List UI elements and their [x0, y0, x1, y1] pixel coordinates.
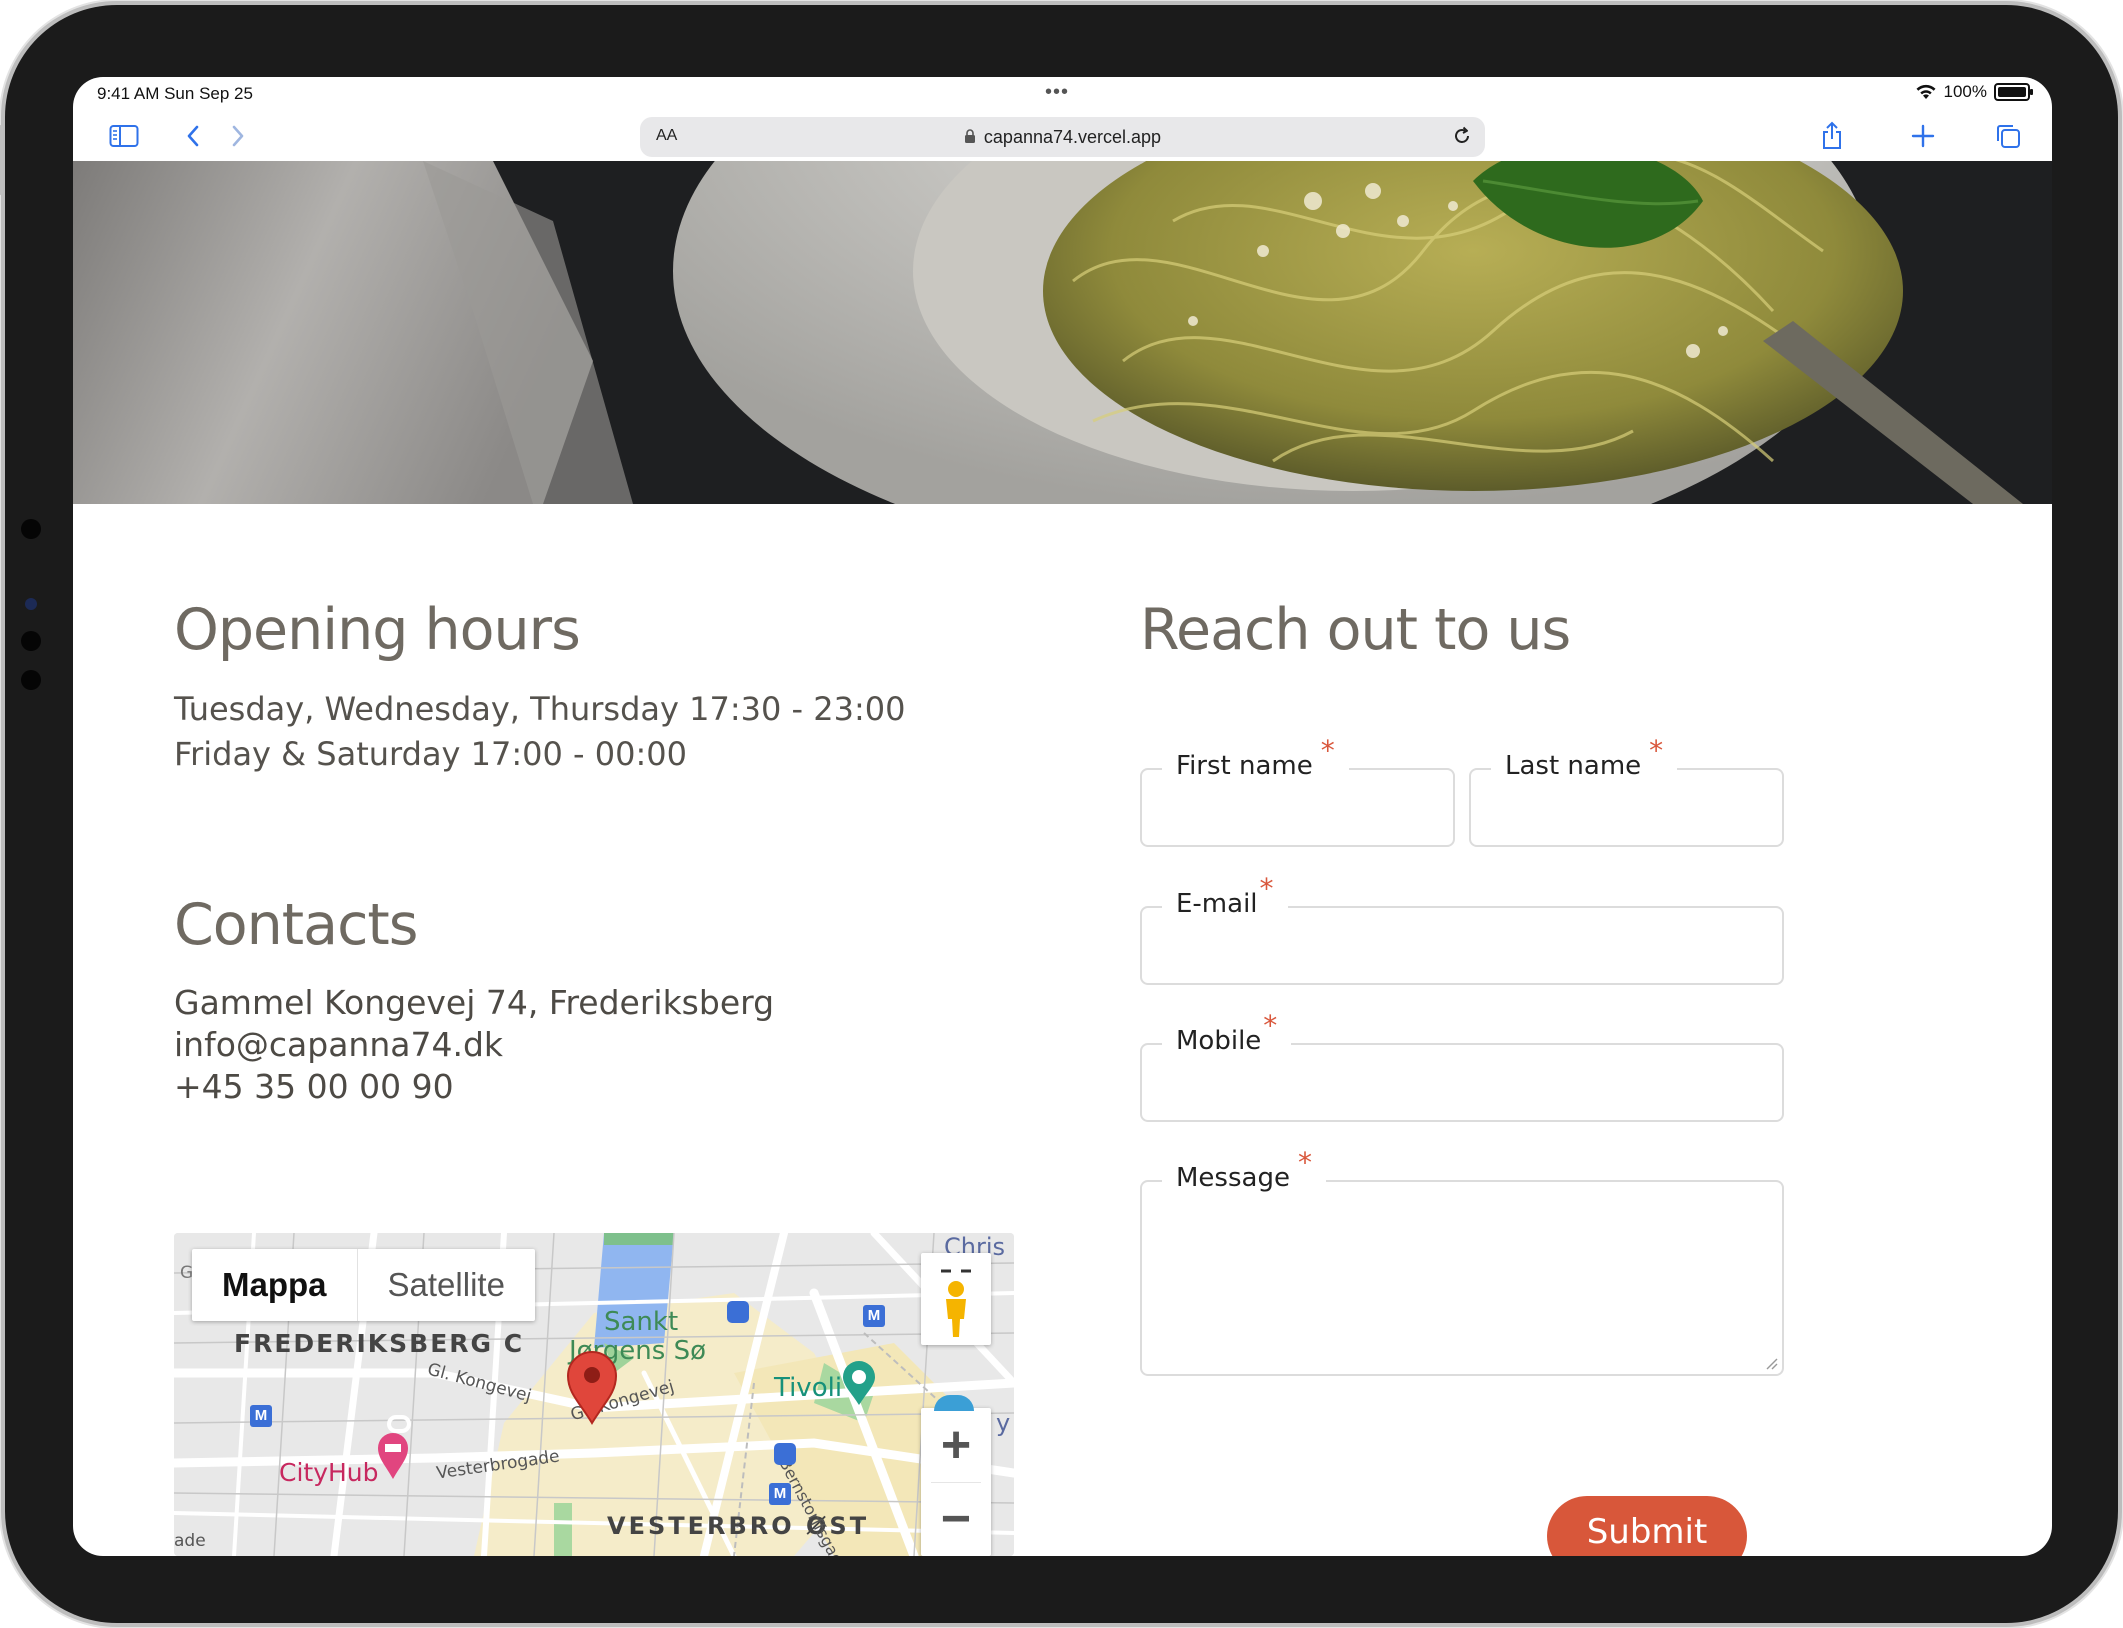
map-label-partial: G: [180, 1263, 194, 1283]
contact-phone-link[interactable]: +45 35 00 00 90: [174, 1067, 454, 1106]
screen: 9:41 AM Sun Sep 25 ••• 100% AA capanna74…: [73, 77, 2052, 1556]
message-label: Message *: [1162, 1146, 1326, 1193]
required-mark: *: [1259, 872, 1274, 905]
map-label-lake: Sankt: [604, 1307, 679, 1337]
hotel-pin-icon[interactable]: [376, 1431, 410, 1481]
metro-icon[interactable]: M: [863, 1305, 885, 1327]
chevron-right-icon[interactable]: [221, 119, 255, 153]
required-mark: *: [1263, 1009, 1278, 1042]
google-map[interactable]: Mappa Satellite FREDERIKSBERG C Sankt Jø…: [174, 1233, 1014, 1556]
sensor-dot: [21, 670, 41, 690]
lock-icon: [964, 129, 975, 143]
address-bar[interactable]: AA capanna74.vercel.app: [640, 117, 1485, 157]
location-pin-icon[interactable]: [566, 1351, 618, 1425]
street-view-pegman-button[interactable]: [921, 1253, 991, 1345]
message-textarea[interactable]: Message *: [1140, 1146, 1784, 1376]
opening-hours-heading: Opening hours: [174, 597, 581, 663]
sidebar-icon[interactable]: [107, 119, 141, 153]
last-name-label: Last name *: [1491, 734, 1678, 781]
metro-icon[interactable]: M: [250, 1405, 272, 1427]
chevron-left-icon[interactable]: [176, 119, 210, 153]
last-name-field[interactable]: Last name *: [1469, 734, 1784, 847]
map-label-cityhub: CityHub: [279, 1458, 379, 1487]
opening-hours-line: Tuesday, Wednesday, Thursday 17:30 - 23:…: [174, 690, 906, 728]
mobile-field[interactable]: Mobile*: [1140, 1009, 1784, 1122]
volume-button: [0, 125, 3, 195]
zoom-control: + −: [921, 1408, 991, 1556]
required-mark: *: [1320, 734, 1335, 767]
map-label-district: FREDERIKSBERG C: [234, 1329, 525, 1358]
train-station-icon[interactable]: [774, 1443, 796, 1465]
share-icon[interactable]: [1815, 119, 1849, 153]
hero-image: [73, 161, 2052, 504]
required-mark: *: [1649, 734, 1664, 767]
map-label-partial: ade: [174, 1531, 206, 1551]
contacts-heading: Contacts: [174, 892, 418, 958]
front-camera: [25, 598, 37, 610]
status-right: 100%: [1915, 82, 2033, 102]
last-name-label-text: Last name: [1505, 751, 1642, 781]
mobile-label-text: Mobile: [1176, 1026, 1262, 1056]
form-heading: Reach out to us: [1140, 597, 1571, 663]
browser-toolbar: AA capanna74.vercel.app: [73, 111, 2052, 161]
map-label-tivoli: Tivoli: [774, 1373, 843, 1403]
tabs-icon[interactable]: [1991, 119, 2025, 153]
camera-dot: [21, 519, 41, 539]
email-label: E-mail*: [1162, 872, 1288, 919]
first-name-field[interactable]: First name *: [1140, 734, 1455, 847]
sensor-dot: [21, 631, 41, 651]
battery-icon: [1994, 83, 2033, 101]
email-field[interactable]: E-mail*: [1140, 872, 1784, 985]
tunnel-icon: [387, 1415, 411, 1433]
resize-handle-icon[interactable]: [1764, 1356, 1778, 1370]
park-pin-icon[interactable]: [840, 1361, 878, 1407]
map-label-partial: y: [996, 1409, 1011, 1437]
status-time: 9:41 AM Sun Sep 25: [97, 84, 253, 103]
zoom-in-button[interactable]: +: [921, 1408, 991, 1482]
wifi-icon: [1916, 84, 1936, 99]
map-type-control: Mappa Satellite: [192, 1249, 535, 1321]
mobile-label: Mobile*: [1162, 1009, 1292, 1056]
submit-button[interactable]: Submit: [1547, 1496, 1747, 1556]
pegman-icon: [941, 1269, 971, 1337]
status-bar: 9:41 AM Sun Sep 25 ••• 100%: [73, 77, 2052, 111]
zoom-out-button[interactable]: −: [921, 1482, 991, 1556]
battery-percent: 100%: [1943, 82, 1987, 101]
pasta-photo: [73, 161, 2052, 504]
opening-hours-line: Friday & Saturday 17:00 - 00:00: [174, 735, 687, 773]
required-mark: *: [1297, 1146, 1312, 1179]
map-type-satellite-button[interactable]: Satellite: [358, 1249, 535, 1321]
map-type-map-button[interactable]: Mappa: [192, 1249, 358, 1321]
contact-email-link[interactable]: info@capanna74.dk: [174, 1025, 503, 1064]
message-label-text: Message: [1176, 1163, 1290, 1193]
url-display: capanna74.vercel.app: [640, 127, 1485, 148]
metro-icon[interactable]: M: [769, 1483, 791, 1505]
contact-address: Gammel Kongevej 74, Frederiksberg: [174, 983, 775, 1022]
url-text: capanna74.vercel.app: [983, 127, 1162, 147]
first-name-label-text: First name: [1176, 751, 1313, 781]
plus-icon[interactable]: [1906, 119, 1940, 153]
multitask-dots[interactable]: •••: [1045, 81, 1069, 104]
train-station-icon[interactable]: [727, 1301, 749, 1323]
first-name-label: First name *: [1162, 734, 1349, 781]
reload-icon[interactable]: [1451, 125, 1473, 147]
email-label-text: E-mail: [1176, 889, 1258, 919]
